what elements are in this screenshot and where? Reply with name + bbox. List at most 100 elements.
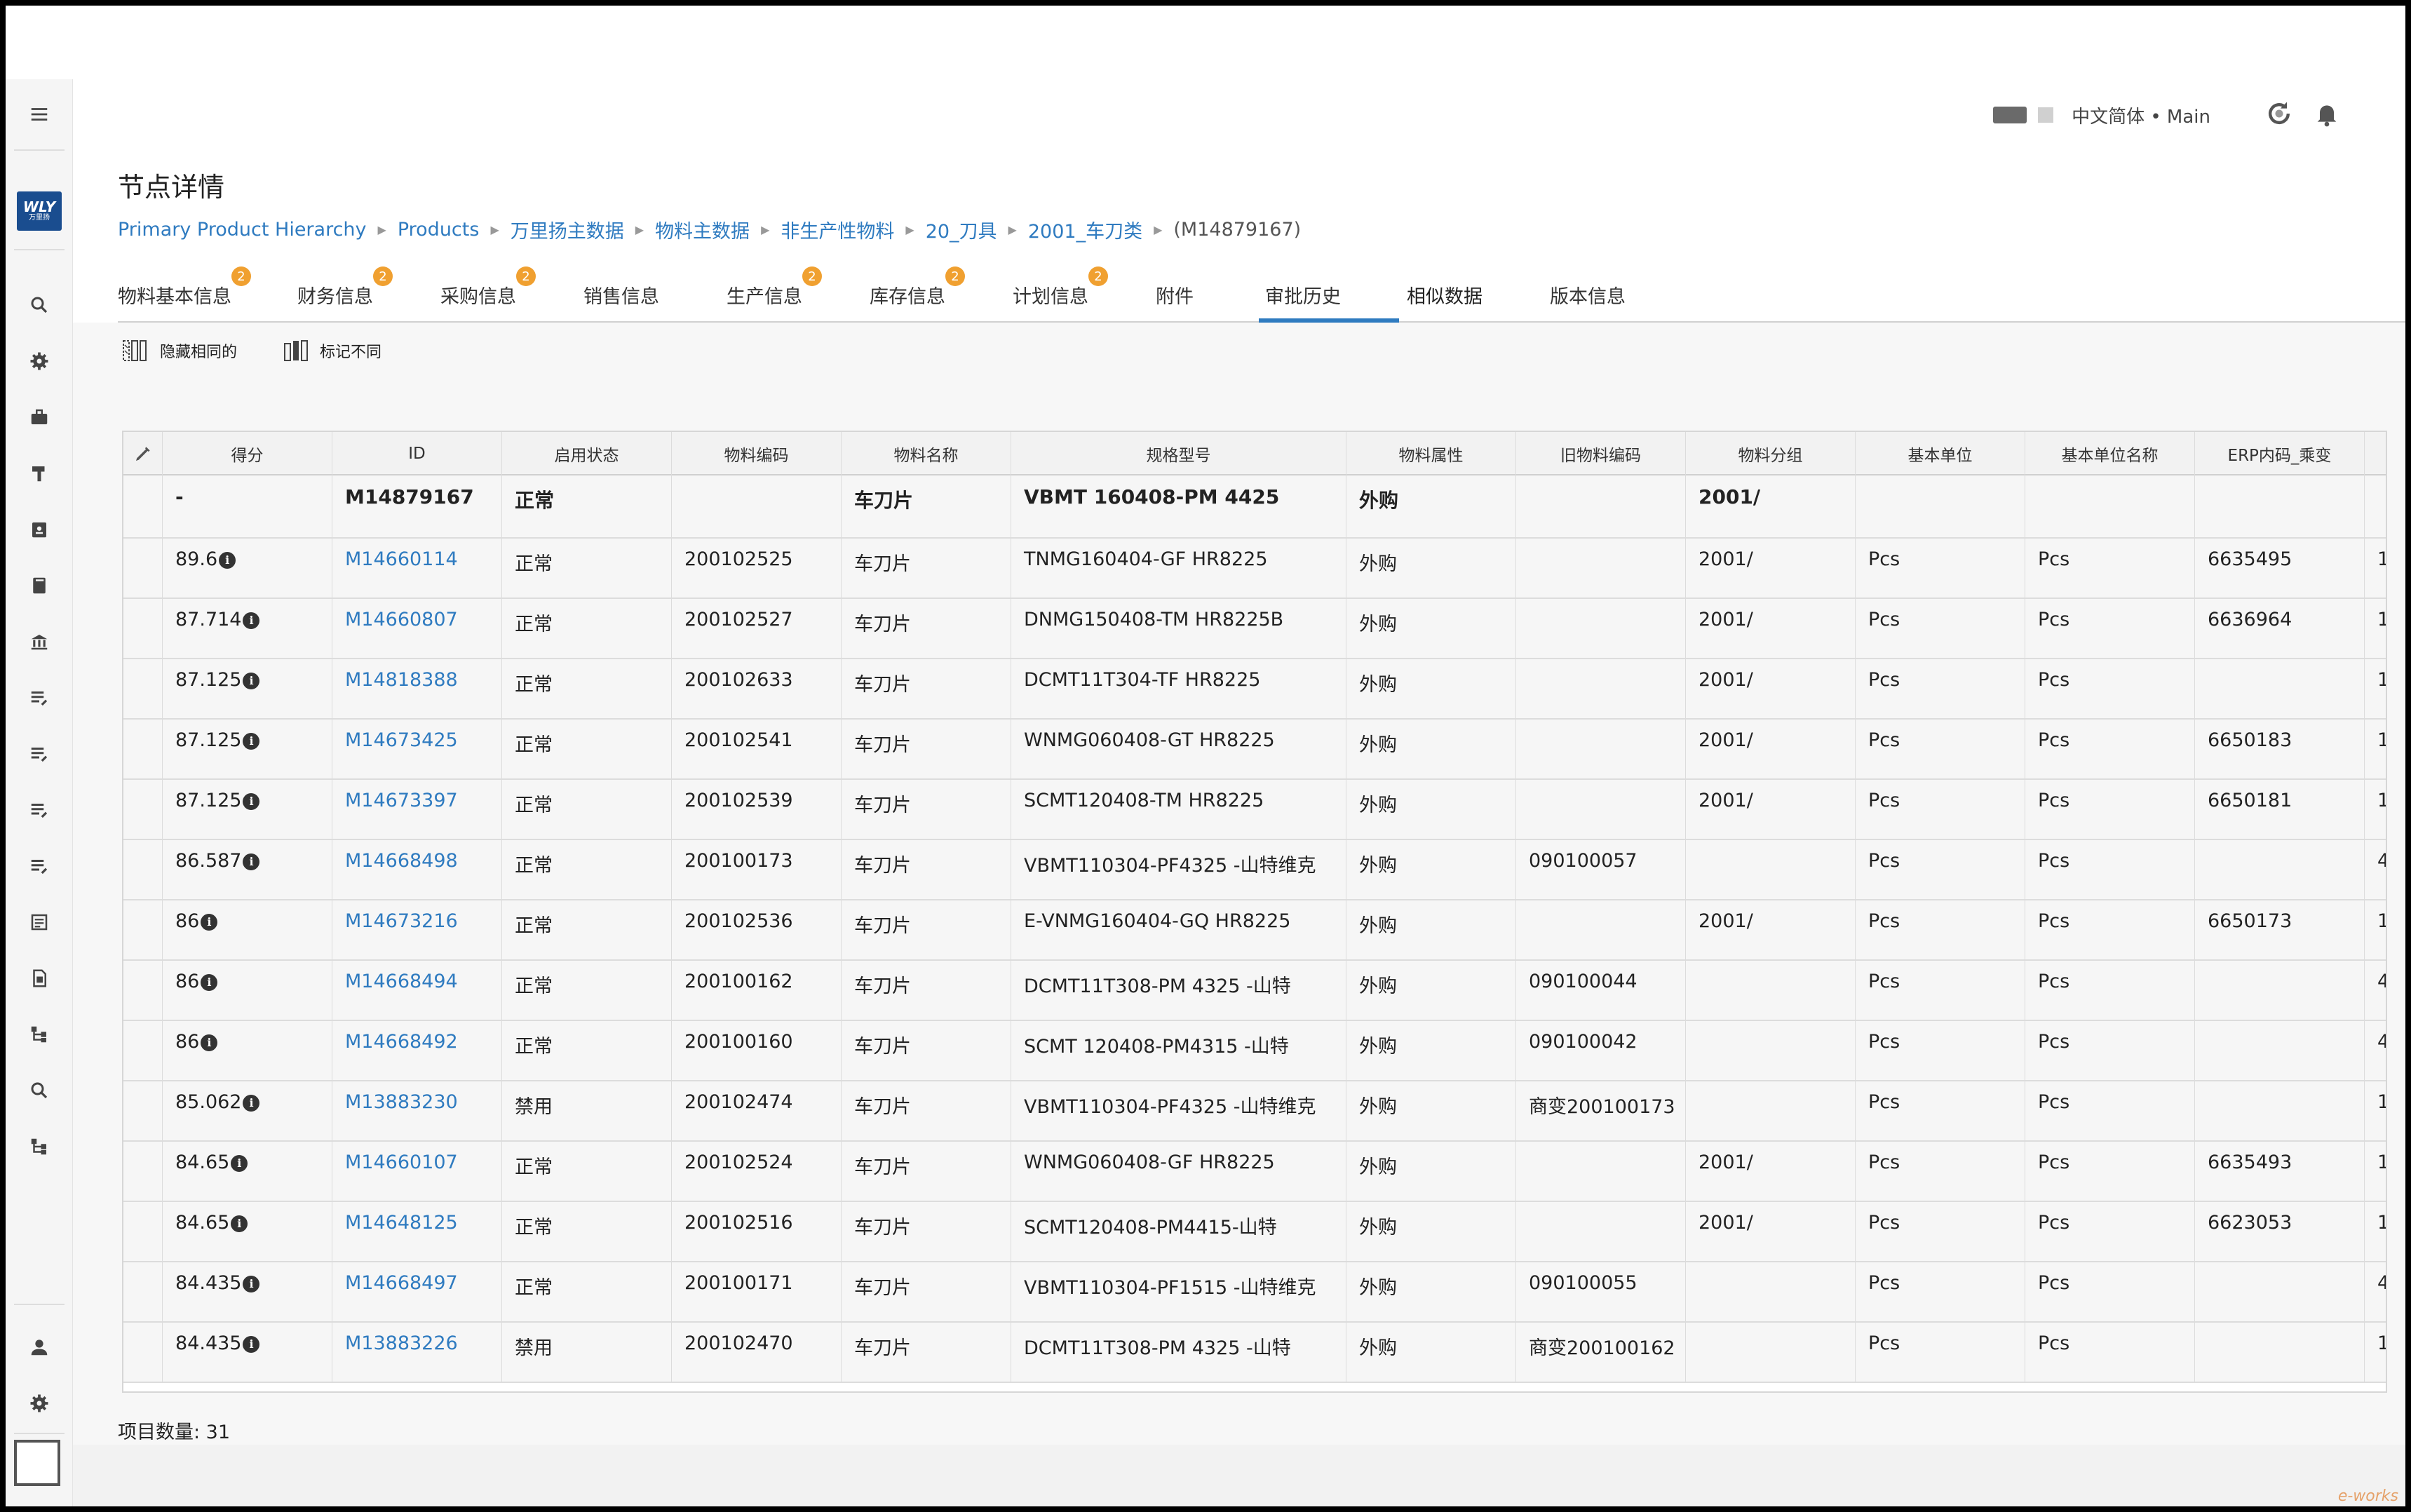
id-cell[interactable]: M13883226 bbox=[332, 1323, 502, 1382]
gear-icon[interactable] bbox=[6, 340, 73, 382]
id-cell[interactable]: M13883230 bbox=[332, 1081, 502, 1140]
gear-icon[interactable] bbox=[6, 1382, 73, 1424]
table-row[interactable]: 86.587 i M14668498 正常 200100173 车刀片 VBMT110304… bbox=[123, 840, 2386, 900]
column-header[interactable]: 得分 bbox=[163, 432, 332, 475]
id-cell[interactable]: M14673216 bbox=[332, 900, 502, 959]
table-row[interactable]: 84.65 i M14660107 正常 200102524 车刀片 WNMG060408-… bbox=[123, 1142, 2386, 1202]
file-icon[interactable] bbox=[6, 957, 73, 999]
breadcrumb-item[interactable]: Products bbox=[398, 219, 480, 241]
info-icon[interactable]: i bbox=[243, 612, 260, 629]
id-cell[interactable]: M14668498 bbox=[332, 840, 502, 899]
info-icon[interactable]: i bbox=[243, 1276, 260, 1292]
reference-row[interactable]: - M14879167 正常 车刀片 VBMT 160408-PM 4425 外购 2001… bbox=[123, 475, 2386, 539]
search-icon[interactable] bbox=[6, 284, 73, 326]
breadcrumb-item[interactable]: 非生产性物料 bbox=[781, 216, 894, 243]
table-row[interactable]: 84.435 i M14668497 正常 200100171 车刀片 VBMT110304… bbox=[123, 1262, 2386, 1323]
clipboard-icon[interactable] bbox=[6, 508, 73, 551]
id-cell[interactable]: M14668494 bbox=[332, 961, 502, 1020]
info-icon[interactable]: i bbox=[243, 1336, 260, 1353]
hierarchy-icon[interactable] bbox=[6, 1126, 73, 1168]
column-header[interactable]: 物料分组 bbox=[1686, 432, 1856, 475]
hierarchy-icon[interactable] bbox=[6, 1013, 73, 1055]
menu-icon[interactable] bbox=[6, 93, 73, 135]
briefcase-icon[interactable] bbox=[6, 396, 73, 438]
tab-approval-history[interactable]: 审批历史 bbox=[1265, 266, 1341, 323]
mark-diff-button[interactable]: 标记不同 bbox=[282, 337, 381, 365]
info-icon[interactable]: i bbox=[243, 673, 260, 689]
info-icon[interactable]: i bbox=[243, 793, 260, 810]
table-row[interactable]: 86 i M14668494 正常 200100162 车刀片 DCMT11T308-PM … bbox=[123, 961, 2386, 1021]
column-header[interactable]: ERP内码_乘变 bbox=[2195, 432, 2365, 475]
id-cell[interactable]: M14818388 bbox=[332, 659, 502, 718]
list-edit-icon[interactable] bbox=[6, 677, 73, 719]
bank-icon[interactable] bbox=[6, 621, 73, 663]
column-header[interactable]: 物料编码 bbox=[672, 432, 842, 475]
column-header[interactable]: ID bbox=[332, 432, 502, 475]
table-row[interactable]: 89.6 i M14660114 正常 200102525 车刀片 TNMG160404-G… bbox=[123, 539, 2386, 599]
search-icon[interactable] bbox=[6, 1069, 73, 1112]
tab-purchasing[interactable]: 采购信息 2 bbox=[440, 266, 536, 323]
user-icon[interactable] bbox=[6, 1326, 73, 1368]
column-header[interactable]: 物料名称 bbox=[842, 432, 1011, 475]
id-cell[interactable]: M14660107 bbox=[332, 1142, 502, 1201]
breadcrumb-item[interactable]: 2001_车刀类 bbox=[1028, 216, 1142, 243]
avatar[interactable] bbox=[1993, 107, 2054, 123]
tab-finance[interactable]: 财务信息 2 bbox=[297, 266, 393, 323]
info-icon[interactable]: i bbox=[201, 974, 218, 991]
id-cell[interactable]: M14648125 bbox=[332, 1202, 502, 1261]
bell-icon[interactable] bbox=[2313, 98, 2341, 132]
column-header[interactable] bbox=[2365, 432, 2386, 475]
breadcrumb-item[interactable]: 20_刀具 bbox=[926, 216, 997, 243]
column-header[interactable]: 启用状态 bbox=[502, 432, 672, 475]
list-edit-icon[interactable] bbox=[6, 733, 73, 775]
info-icon[interactable]: i bbox=[243, 1095, 260, 1112]
refresh-icon[interactable] bbox=[2264, 98, 2295, 132]
info-icon[interactable]: i bbox=[231, 1155, 248, 1172]
tab-attachments[interactable]: 附件 bbox=[1156, 266, 1194, 323]
tab-similar-data[interactable]: 相似数据 bbox=[1407, 266, 1483, 323]
breadcrumb-item[interactable]: 物料主数据 bbox=[655, 216, 750, 243]
table-row[interactable]: 85.062 i M13883230 禁用 200102474 车刀片 VBMT110304… bbox=[123, 1081, 2386, 1142]
list-edit-icon[interactable] bbox=[6, 789, 73, 831]
id-cell[interactable]: M14660807 bbox=[332, 599, 502, 658]
column-header[interactable]: 基本单位 bbox=[1856, 432, 2025, 475]
id-cell[interactable]: M14668497 bbox=[332, 1262, 502, 1321]
tool-icon[interactable] bbox=[6, 452, 73, 494]
tab-basic-info[interactable]: 物料基本信息 2 bbox=[118, 266, 251, 323]
table-row[interactable]: 84.435 i M13883226 禁用 200102470 车刀片 DCMT11T308… bbox=[123, 1323, 2386, 1383]
book-icon[interactable] bbox=[6, 565, 73, 607]
document-icon[interactable] bbox=[6, 901, 73, 943]
table-row[interactable]: 87.125 i M14818388 正常 200102633 车刀片 DCMT11T304… bbox=[123, 659, 2386, 720]
table-row[interactable]: 84.65 i M14648125 正常 200102516 车刀片 SCMT120408-… bbox=[123, 1202, 2386, 1262]
tab-sales[interactable]: 销售信息 bbox=[583, 266, 659, 323]
table-row[interactable]: 87.125 i M14673397 正常 200102539 车刀片 SCMT120408… bbox=[123, 780, 2386, 840]
id-cell[interactable]: M14660114 bbox=[332, 539, 502, 598]
breadcrumb-item[interactable]: Primary Product Hierarchy bbox=[118, 219, 367, 241]
table-row[interactable]: 86 i M14673216 正常 200102536 车刀片 E-VNMG160404-G… bbox=[123, 900, 2386, 961]
language-selector[interactable]: 中文简体 • Main bbox=[2072, 102, 2210, 128]
table-row[interactable]: 87.125 i M14673425 正常 200102541 车刀片 WNMG060408… bbox=[123, 720, 2386, 780]
info-icon[interactable]: i bbox=[243, 853, 260, 870]
tab-production[interactable]: 生产信息 2 bbox=[727, 266, 822, 323]
column-header[interactable]: 物料属性 bbox=[1346, 432, 1516, 475]
info-icon[interactable]: i bbox=[231, 1215, 248, 1232]
tab-inventory[interactable]: 库存信息 2 bbox=[870, 266, 965, 323]
column-header[interactable]: 基本单位名称 bbox=[2025, 432, 2195, 475]
list-edit-icon[interactable] bbox=[6, 845, 73, 887]
hide-same-button[interactable]: 隐藏相同的 bbox=[122, 337, 237, 365]
collapse-panel-button[interactable] bbox=[14, 1440, 60, 1486]
breadcrumb-item[interactable]: 万里扬主数据 bbox=[511, 216, 624, 243]
column-header[interactable]: 规格型号 bbox=[1011, 432, 1346, 475]
edit-columns-icon[interactable] bbox=[123, 432, 163, 475]
info-icon[interactable]: i bbox=[243, 733, 260, 750]
info-icon[interactable]: i bbox=[201, 1034, 218, 1051]
table-row[interactable]: 86 i M14668492 正常 200100160 车刀片 SCMT 120408-PM… bbox=[123, 1021, 2386, 1081]
tab-version-info[interactable]: 版本信息 bbox=[1550, 266, 1626, 323]
column-header[interactable]: 旧物料编码 bbox=[1516, 432, 1686, 475]
tab-planning[interactable]: 计划信息 2 bbox=[1013, 266, 1108, 323]
info-icon[interactable]: i bbox=[201, 914, 218, 931]
table-row[interactable]: 87.714 i M14660807 正常 200102527 车刀片 DNMG150408… bbox=[123, 599, 2386, 659]
info-icon[interactable]: i bbox=[219, 552, 236, 569]
id-cell[interactable]: M14673397 bbox=[332, 780, 502, 839]
id-cell[interactable]: M14673425 bbox=[332, 720, 502, 778]
